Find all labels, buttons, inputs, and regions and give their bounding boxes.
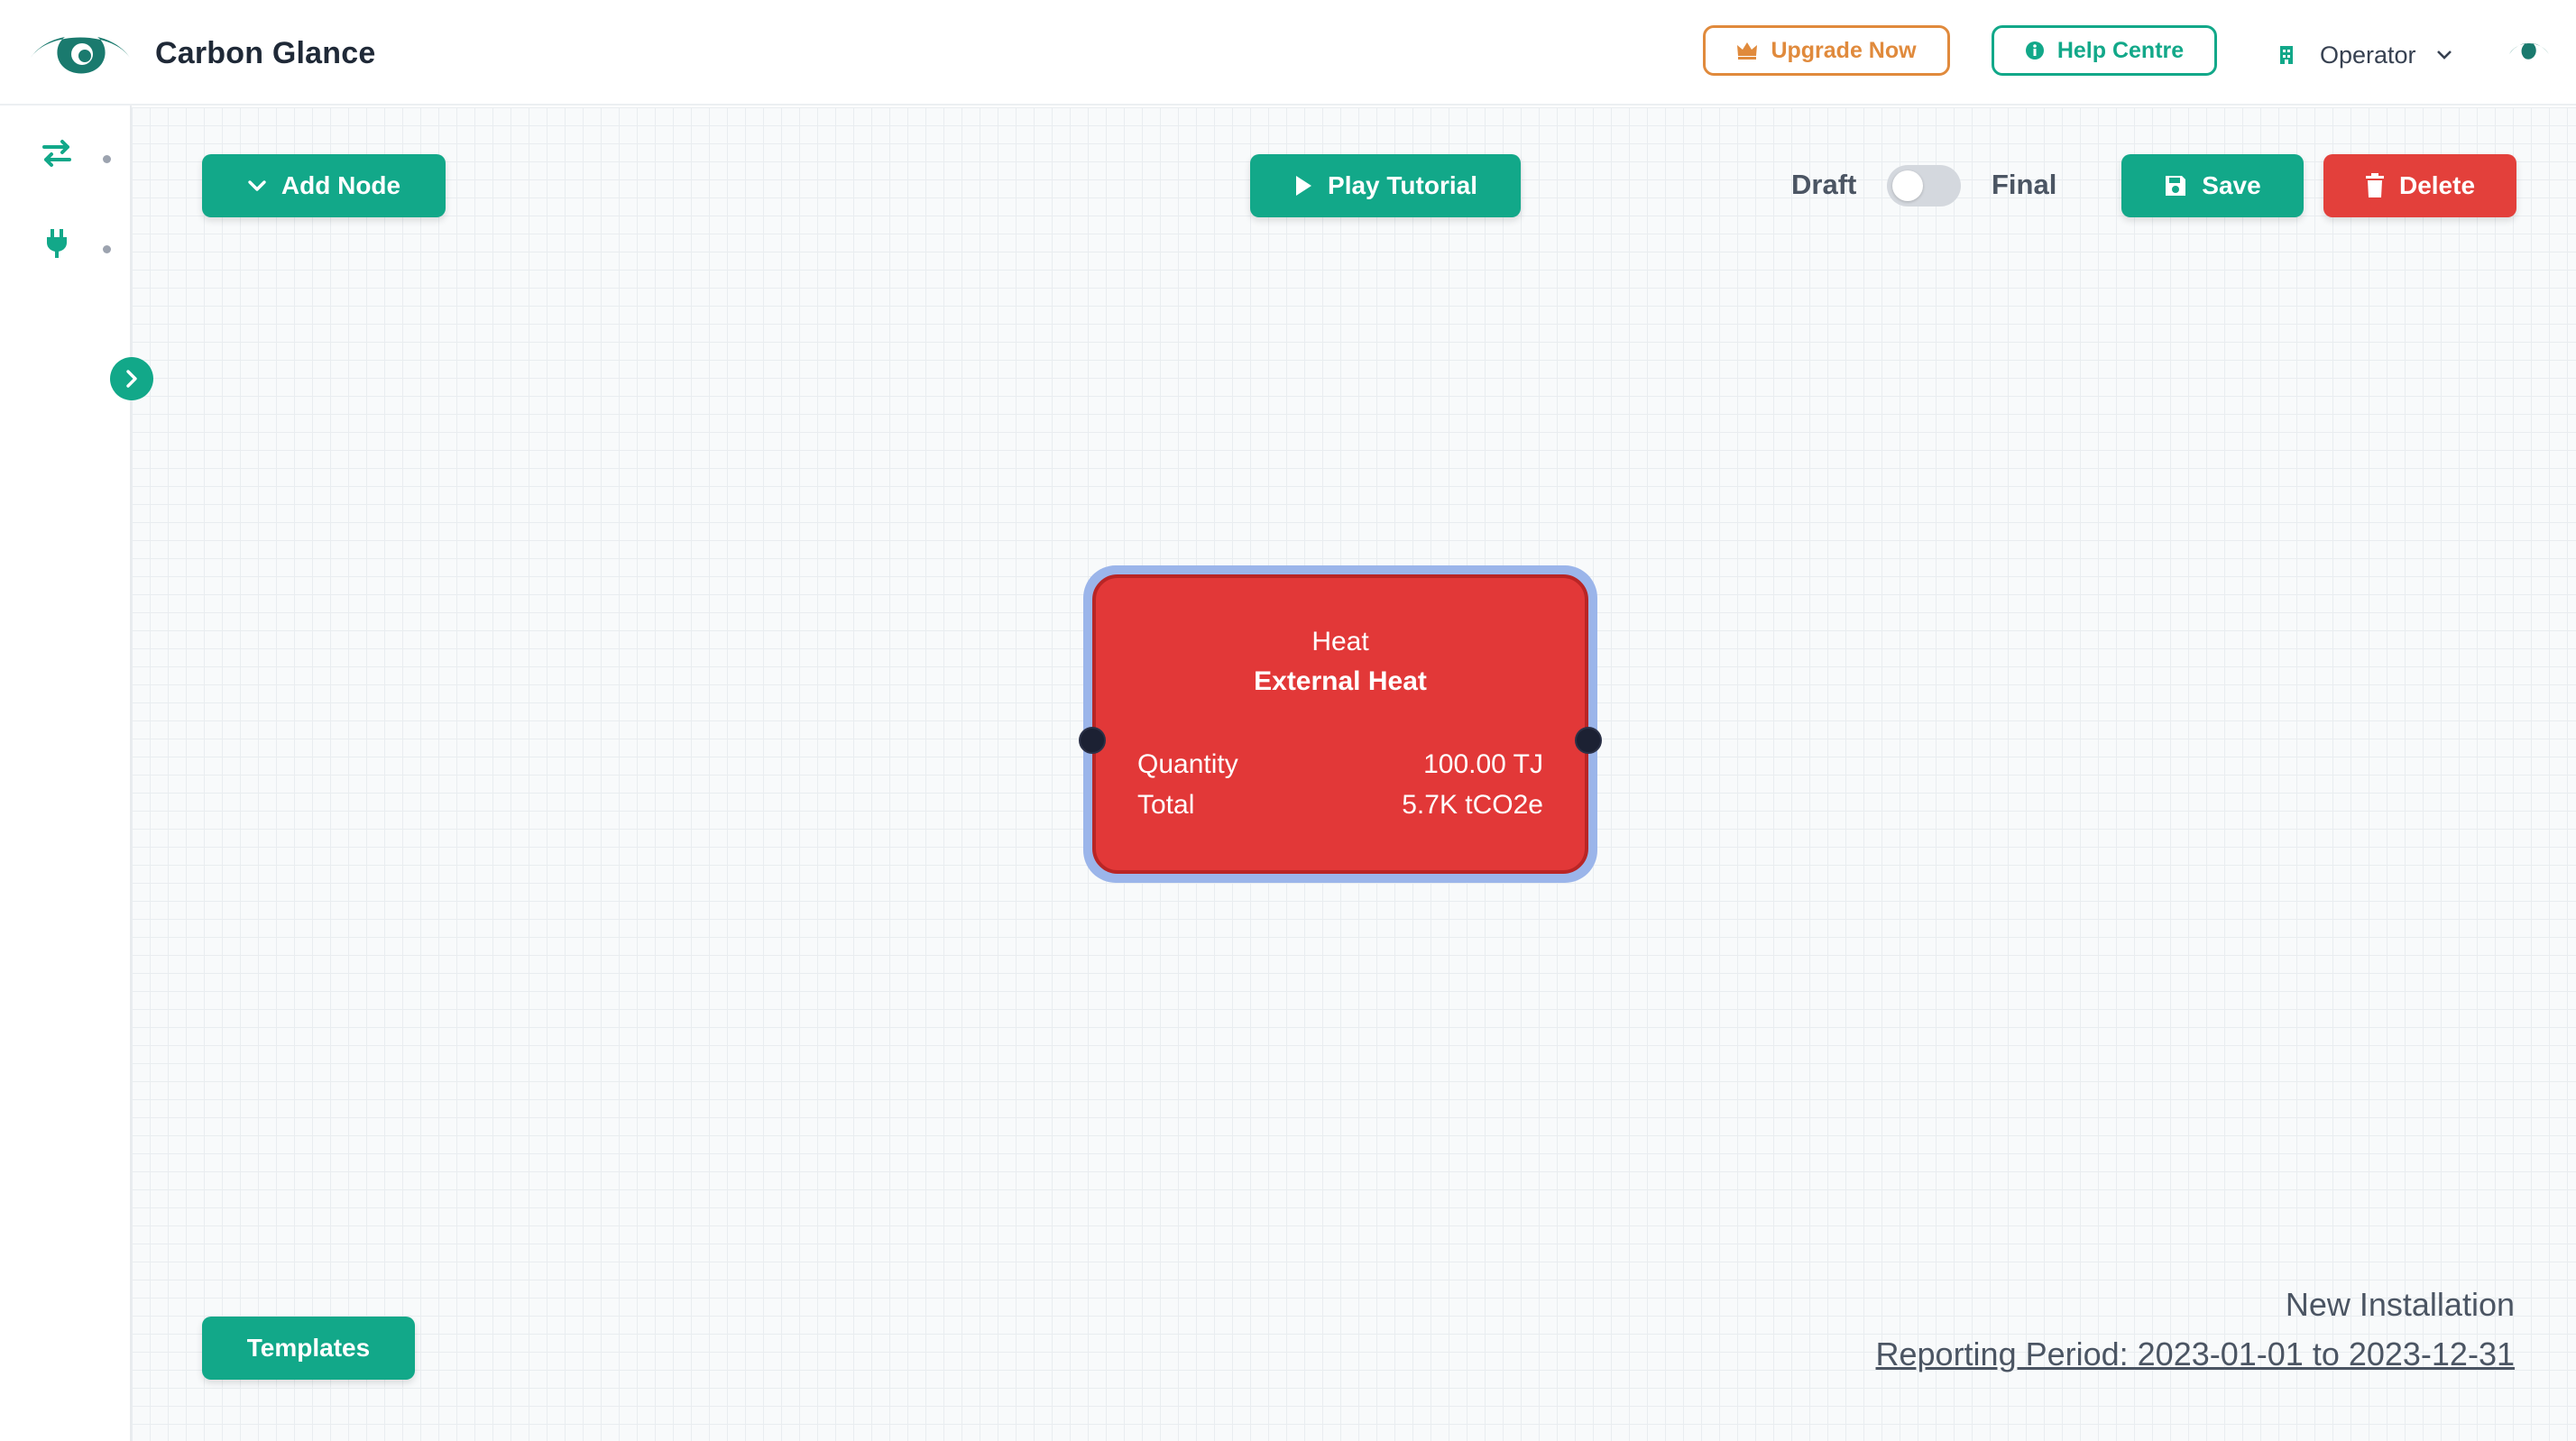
crown-icon bbox=[1736, 41, 1758, 60]
swap-arrows-icon bbox=[42, 140, 71, 167]
sidebar-dot bbox=[103, 245, 111, 253]
upgrade-now-label: Upgrade Now bbox=[1771, 37, 1917, 63]
add-node-label: Add Node bbox=[281, 171, 401, 199]
node-row-quantity: Quantity 100.00 TJ bbox=[1137, 749, 1543, 780]
templates-button[interactable]: Templates bbox=[202, 1317, 415, 1380]
play-tutorial-button[interactable]: Play Tutorial bbox=[1250, 154, 1521, 217]
play-tutorial-label: Play Tutorial bbox=[1328, 171, 1477, 199]
toggle-knob bbox=[1892, 170, 1923, 201]
reporting-period-link[interactable]: Reporting Period: 2023-01-01 to 2023-12-… bbox=[1876, 1335, 2516, 1373]
node-external-heat[interactable]: Heat External Heat Quantity 100.00 TJ To… bbox=[1079, 565, 1602, 883]
brand-name: Carbon Glance bbox=[155, 35, 376, 70]
node-row-value: 5.7K tCO2e bbox=[1402, 790, 1543, 820]
templates-label: Templates bbox=[246, 1334, 371, 1362]
chevron-right-icon bbox=[126, 370, 137, 388]
draft-label: Draft bbox=[1791, 169, 1857, 200]
node-row-label: Quantity bbox=[1137, 749, 1238, 779]
trash-icon bbox=[2365, 173, 2385, 198]
node-row-value: 100.00 TJ bbox=[1423, 749, 1543, 779]
installation-name: New Installation bbox=[2285, 1286, 2515, 1323]
left-sidebar bbox=[0, 106, 132, 1441]
sidebar-expand-button[interactable] bbox=[110, 357, 153, 400]
brand[interactable]: Carbon Glance bbox=[27, 23, 375, 83]
floppy-disk-icon bbox=[2164, 174, 2187, 197]
eye-toggle-icon[interactable] bbox=[2507, 38, 2551, 63]
save-button[interactable]: Save bbox=[2121, 154, 2304, 217]
top-header: Carbon Glance Upgrade Now Help Centre Op… bbox=[0, 0, 2576, 106]
node-body[interactable]: Heat External Heat Quantity 100.00 TJ To… bbox=[1079, 574, 1602, 874]
add-node-button[interactable]: Add Node bbox=[202, 154, 446, 217]
chevron-down-icon bbox=[2436, 50, 2452, 60]
node-row-label: Total bbox=[1137, 790, 1195, 820]
info-circle-icon bbox=[2025, 41, 2045, 60]
role-dropdown[interactable]: Operator bbox=[2278, 32, 2452, 78]
flow-canvas[interactable]: Add Node Play Tutorial Draft Final Save … bbox=[132, 107, 2576, 1441]
save-label: Save bbox=[2202, 171, 2261, 199]
node-row-total: Total 5.7K tCO2e bbox=[1137, 790, 1543, 821]
chevron-down-icon bbox=[247, 179, 267, 192]
eye-logo-icon bbox=[31, 37, 130, 74]
node-category: Heat bbox=[1311, 627, 1369, 656]
sidebar-dot bbox=[103, 155, 111, 163]
delete-button[interactable]: Delete bbox=[2323, 154, 2516, 217]
delete-label: Delete bbox=[2398, 171, 2476, 199]
final-label: Final bbox=[1992, 169, 2057, 200]
building-icon bbox=[2278, 44, 2295, 66]
play-icon bbox=[1293, 174, 1313, 197]
draft-final-toggle[interactable] bbox=[1887, 165, 1961, 207]
node-output-handle[interactable] bbox=[1575, 727, 1602, 754]
help-centre-label: Help Centre bbox=[2056, 37, 2185, 63]
role-label: Operator bbox=[2320, 41, 2416, 69]
node-input-handle[interactable] bbox=[1079, 727, 1106, 754]
plug-icon bbox=[47, 229, 67, 258]
sidebar-item-swap[interactable] bbox=[34, 133, 79, 174]
node-title: External Heat bbox=[1254, 666, 1427, 696]
sidebar-item-plug[interactable] bbox=[34, 223, 79, 264]
upgrade-now-button[interactable]: Upgrade Now bbox=[1703, 25, 1950, 76]
help-centre-button[interactable]: Help Centre bbox=[1992, 25, 2217, 76]
